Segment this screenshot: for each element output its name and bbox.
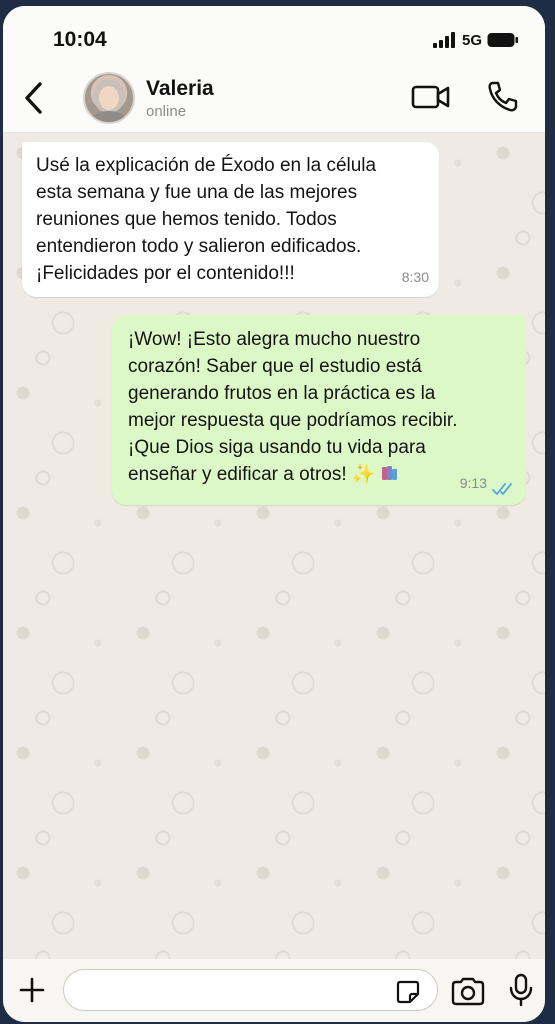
video-camera-icon[interactable]	[411, 82, 451, 112]
composer-bar	[3, 959, 545, 1022]
signal-icon	[432, 32, 455, 48]
sparkles-emoji: ✨	[351, 464, 376, 485]
status-bar: 10:04 5G	[3, 6, 545, 68]
plus-icon[interactable]	[17, 975, 47, 1005]
avatar[interactable]	[83, 72, 135, 124]
status-time: 10:04	[53, 28, 107, 51]
books-emoji-icon	[381, 466, 397, 480]
contact-name[interactable]: Valeria	[146, 77, 214, 101]
contact-status: online	[146, 103, 187, 120]
double-check-icon	[492, 483, 512, 495]
phone-screen: 10:04 5G Valeria online Usé la explicaci…	[3, 6, 545, 1022]
outgoing-message[interactable]: ¡Wow! ¡Esto alegra mucho nuestro corazón…	[112, 315, 526, 505]
microphone-icon[interactable]	[508, 973, 534, 1007]
avatar-portrait	[91, 79, 127, 122]
back-icon[interactable]	[21, 78, 51, 118]
message-text: ¡Wow! ¡Esto alegra mucho nuestro corazón…	[128, 326, 516, 488]
message-time: 8:30	[401, 269, 429, 285]
battery-icon	[487, 33, 518, 47]
message-input[interactable]	[63, 969, 438, 1011]
status-indicators: 5G	[432, 30, 519, 50]
incoming-message[interactable]: Usé la explicación de Éxodo en la célula…	[22, 142, 439, 297]
network-type-label: 5G	[461, 31, 482, 49]
chat-area[interactable]: Usé la explicación de Éxodo en la célula…	[3, 133, 545, 959]
sticker-icon[interactable]	[395, 979, 421, 1005]
phone-icon[interactable]	[486, 80, 518, 114]
chat-header: Valeria online	[3, 68, 545, 133]
message-time: 9:13	[459, 475, 487, 491]
camera-icon[interactable]	[450, 976, 486, 1006]
message-body: ¡Wow! ¡Esto alegra mucho nuestro corazón…	[128, 329, 458, 485]
message-text: Usé la explicación de Éxodo en la célula…	[36, 155, 377, 284]
